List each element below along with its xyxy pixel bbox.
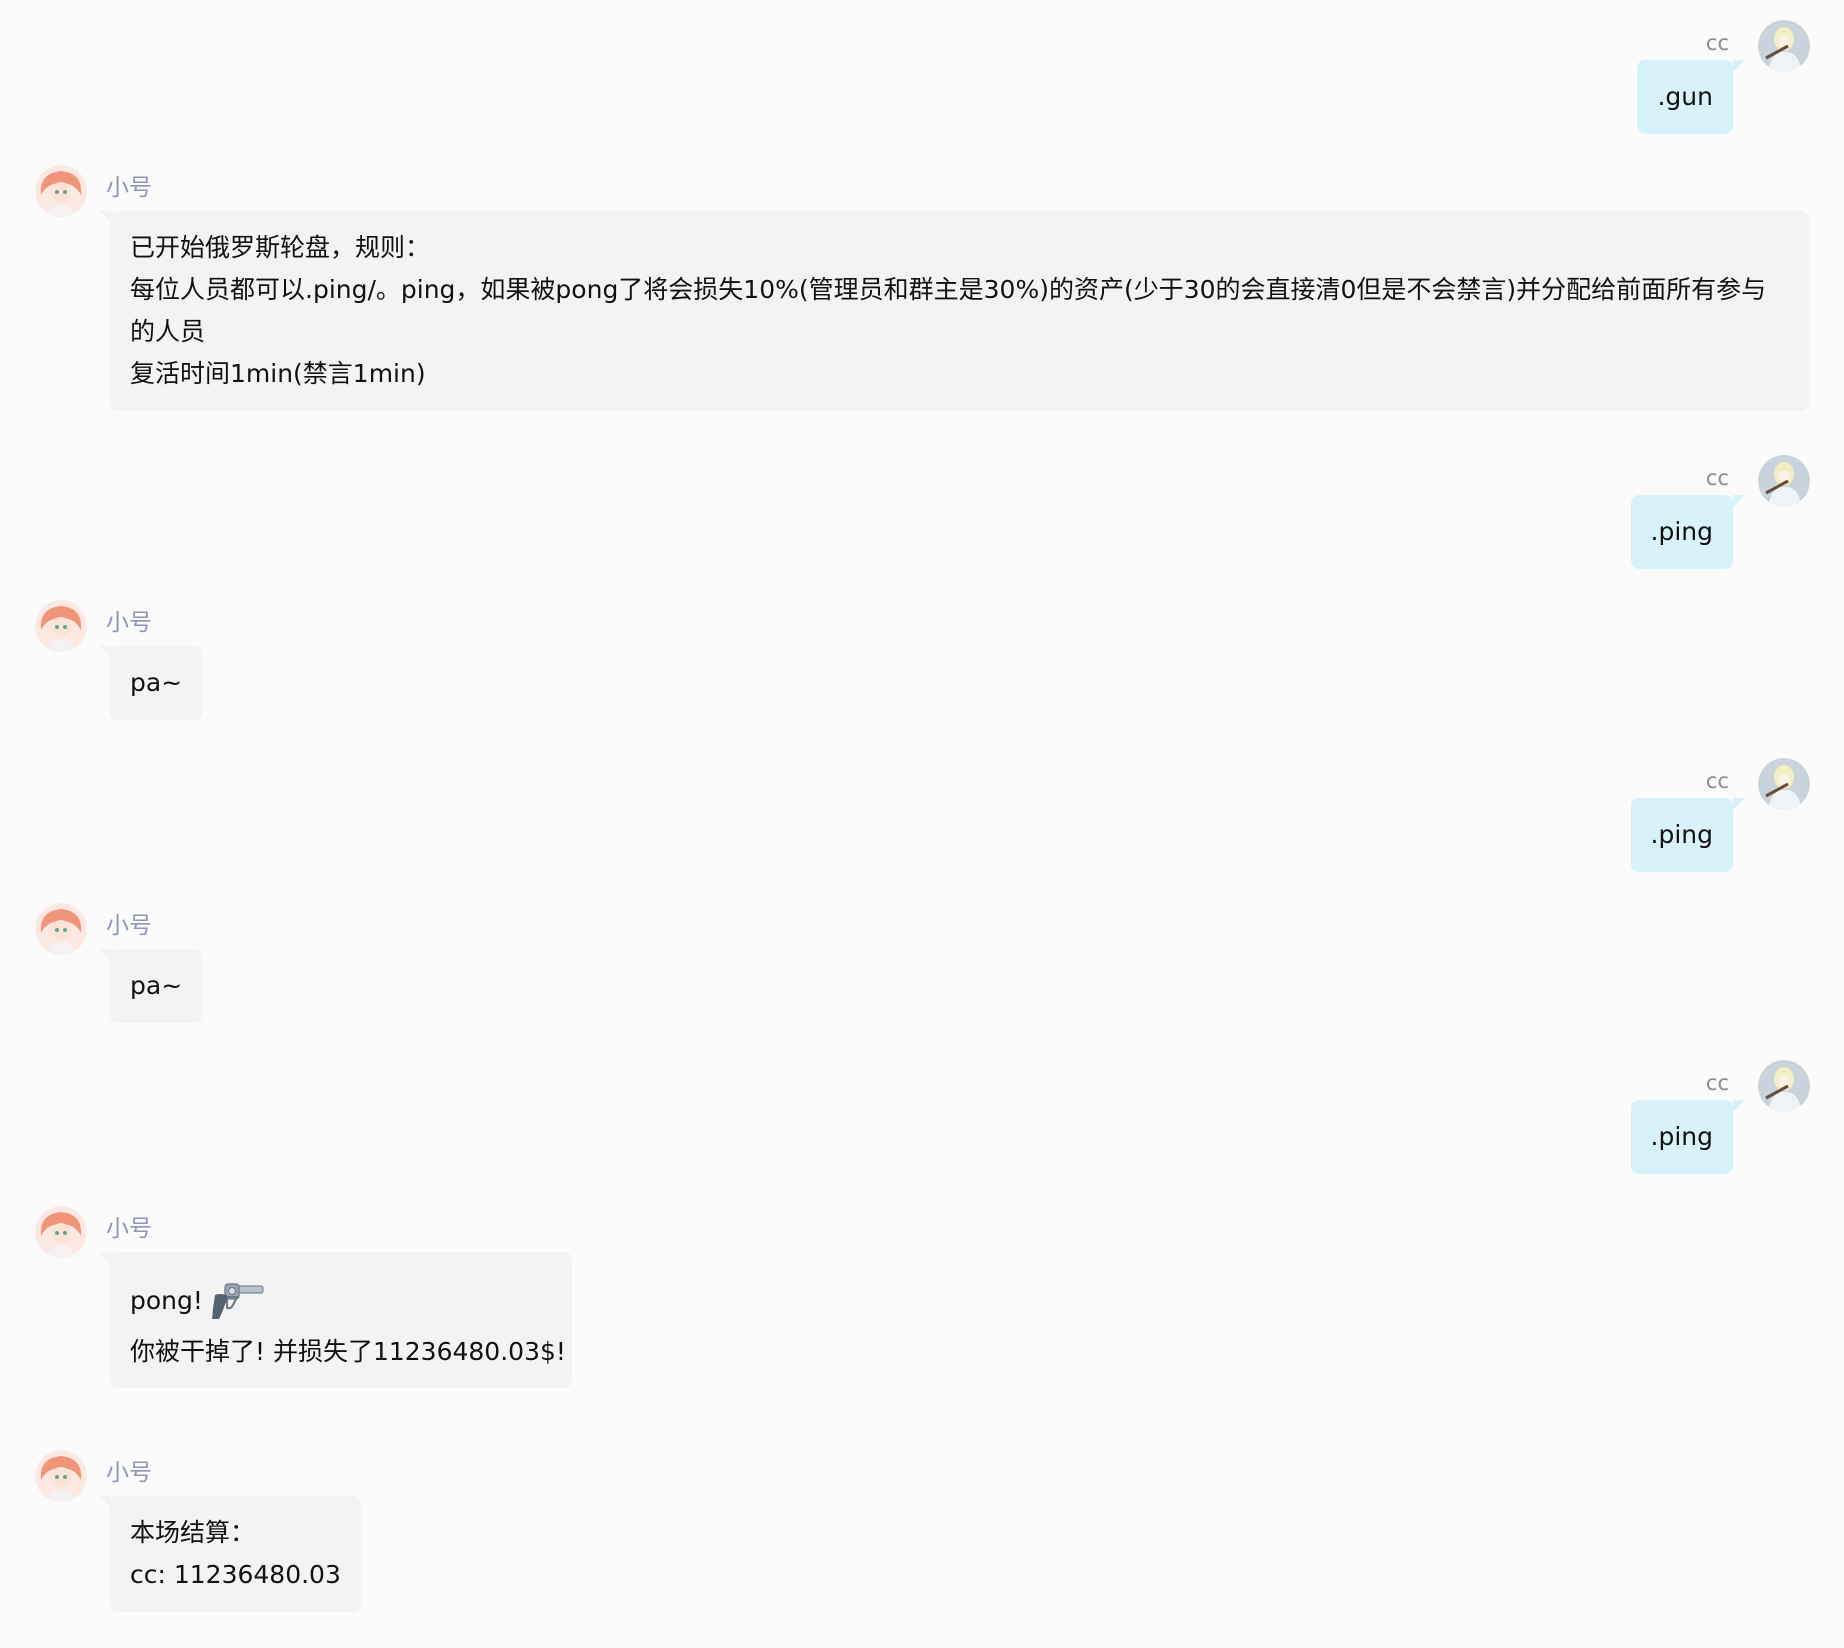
message-text: 你被干掉了! 并损失了11236480.03$! xyxy=(130,1337,566,1366)
message-bubble[interactable]: 本场结算： cc: 11236480.03 xyxy=(110,1496,361,1612)
sender-name: 小号 xyxy=(106,1216,152,1242)
bubble-tail xyxy=(1733,60,1745,72)
avatar[interactable] xyxy=(35,165,87,217)
message-bubble[interactable]: 已开始俄罗斯轮盘，规则： 每位人员都可以.ping/。ping，如果被pong了… xyxy=(110,211,1809,411)
message-text: pong! xyxy=(130,1286,203,1315)
pong-line: pong! xyxy=(130,1274,552,1328)
message-text: 每位人员都可以.ping/。ping，如果被pong了将会损失10%(管理员和群… xyxy=(130,275,1767,346)
bubble-tail xyxy=(1733,798,1745,810)
sender-name: 小号 xyxy=(106,175,152,201)
avatar[interactable] xyxy=(1758,1060,1810,1112)
avatar[interactable] xyxy=(35,1206,87,1258)
message-text: 已开始俄罗斯轮盘，规则： xyxy=(130,233,431,262)
avatar[interactable] xyxy=(35,600,87,652)
message-outgoing: cc .ping xyxy=(0,758,1844,878)
message-incoming: 小号 本场结算： cc: 11236480.03 xyxy=(0,1450,1844,1620)
avatar[interactable] xyxy=(1758,758,1810,810)
message-text: .ping xyxy=(1650,517,1713,546)
message-text: 本场结算： xyxy=(130,1518,256,1547)
message-incoming: 小号 已开始俄罗斯轮盘，规则： 每位人员都可以.ping/。ping，如果被po… xyxy=(0,165,1844,425)
sender-name: cc xyxy=(1705,1071,1729,1095)
message-outgoing: cc .ping xyxy=(0,1060,1844,1180)
bubble-tail xyxy=(1733,495,1745,507)
message-text: .gun xyxy=(1657,82,1713,111)
message-bubble[interactable]: .ping xyxy=(1630,495,1733,569)
sender-name: cc xyxy=(1705,466,1729,490)
message-bubble[interactable]: pong! 你被干掉了! 并损失了11236480.03$! xyxy=(110,1252,572,1388)
message-incoming: 小号 pa~ xyxy=(0,903,1844,1033)
message-text: .ping xyxy=(1650,1122,1713,1151)
avatar[interactable] xyxy=(35,903,87,955)
sender-name: cc xyxy=(1705,31,1729,55)
message-bubble[interactable]: .ping xyxy=(1630,798,1733,872)
sender-name: 小号 xyxy=(106,913,152,939)
bubble-tail xyxy=(1733,1100,1745,1112)
message-text: cc: 11236480.03 xyxy=(130,1560,341,1589)
message-bubble[interactable]: pa~ xyxy=(110,646,203,720)
message-bubble[interactable]: .gun xyxy=(1637,60,1733,134)
message-text: .ping xyxy=(1650,820,1713,849)
avatar[interactable] xyxy=(35,1450,87,1502)
message-bubble[interactable]: pa~ xyxy=(110,949,203,1023)
avatar[interactable] xyxy=(1758,455,1810,507)
chat-message-list: cc .gun 小号 已开始俄罗斯轮盘，规则： 每位人员都可以.ping/。pi… xyxy=(0,0,1844,1648)
revolver-icon xyxy=(211,1281,265,1321)
sender-name: 小号 xyxy=(106,610,152,636)
message-text: pa~ xyxy=(130,971,183,1000)
message-incoming: 小号 pong! 你被干掉了! 并损失了11236480.03$! xyxy=(0,1206,1844,1416)
message-text: 复活时间1min(禁言1min) xyxy=(130,359,426,388)
message-text: pa~ xyxy=(130,668,183,697)
message-outgoing: cc .ping xyxy=(0,455,1844,575)
avatar[interactable] xyxy=(1758,20,1810,72)
message-bubble[interactable]: .ping xyxy=(1630,1100,1733,1174)
message-incoming: 小号 pa~ xyxy=(0,600,1844,730)
message-outgoing: cc .gun xyxy=(0,20,1844,140)
sender-name: cc xyxy=(1705,769,1729,793)
sender-name: 小号 xyxy=(106,1460,152,1486)
